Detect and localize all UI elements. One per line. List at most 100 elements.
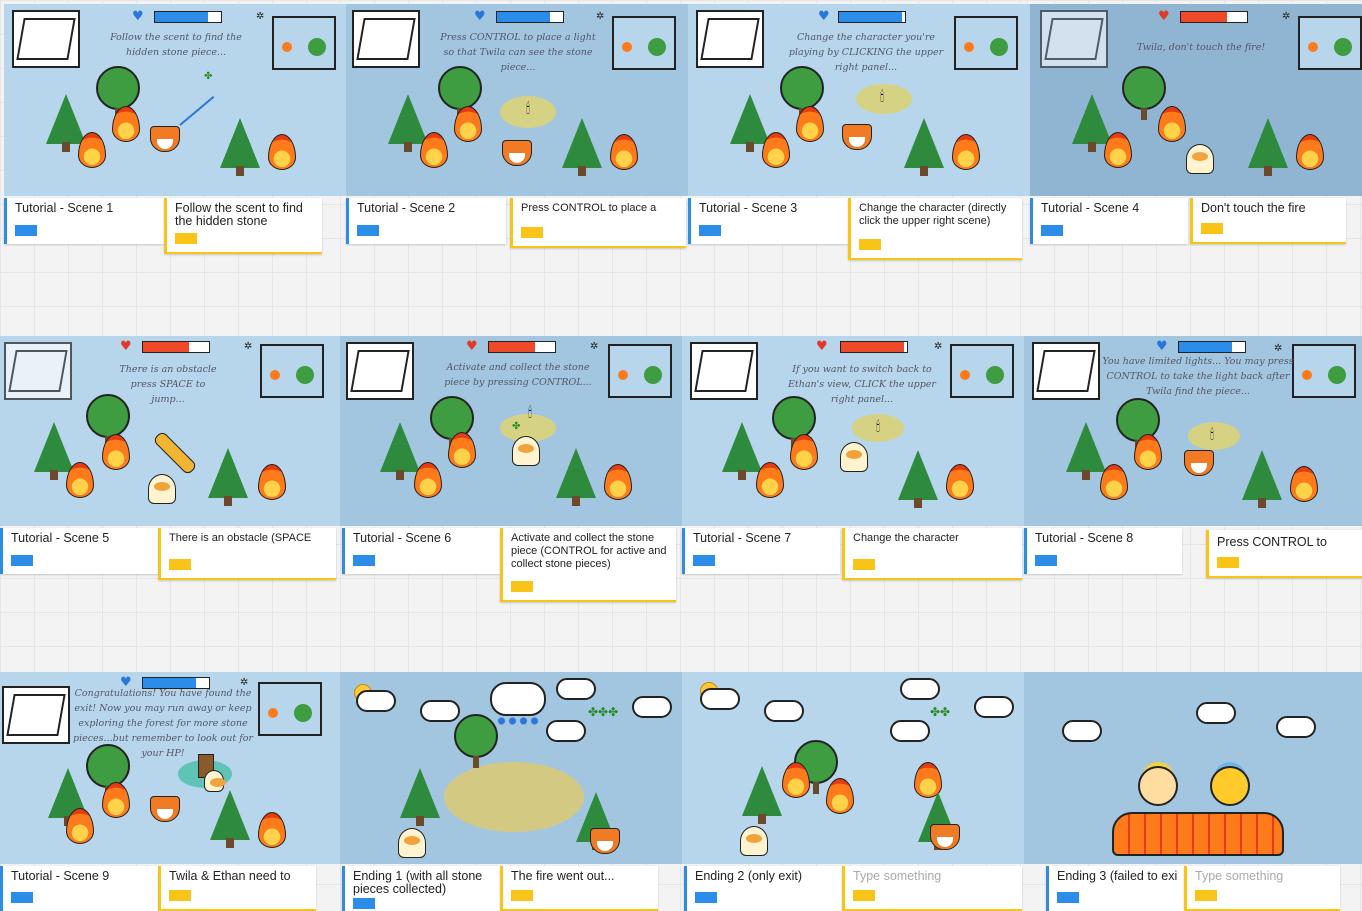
minimap-fire-icon [960,370,970,380]
scene-note: The fire went out... [511,869,615,883]
minimap-panel[interactable] [954,16,1018,70]
scene-title-card[interactable]: Tutorial - Scene 1 [4,198,164,244]
scene-title-card[interactable]: Tutorial - Scene 6 [342,528,500,574]
scene-note-card[interactable]: Twila & Ethan need to [158,866,316,911]
fire-icon [1100,464,1128,500]
scene-note-card[interactable]: Change the character (directly click the… [848,198,1022,260]
health-bar [496,11,564,23]
blue-tag [1035,555,1057,566]
scene-title-card[interactable]: Ending 1 (with all stone pieces collecte… [342,866,500,911]
minimap-panel[interactable] [272,16,336,70]
cloud-icon [974,696,1014,718]
settings-icon[interactable]: ✲ [590,342,598,352]
yellow-tag [1217,557,1239,568]
scene-title-card[interactable]: Tutorial - Scene 7 [682,528,840,574]
candle-icon: 🕯 [876,419,880,435]
scene-note-card[interactable]: Change the character [842,528,1022,580]
tree-icon [380,422,420,480]
scene-panel[interactable]: ✤✤✤ [340,672,682,864]
scene-title-card[interactable]: Tutorial - Scene 2 [346,198,506,244]
minimap-tree-icon [296,366,314,384]
scene-panel[interactable]: ♥ ✲ Twila, don't touch the fire! [1030,4,1362,196]
yellow-tag [1201,223,1223,234]
scene-panel[interactable]: ♥ ✲ Activate and collect the stone piece… [340,336,682,526]
scene-panel[interactable] [1024,672,1362,864]
minimap-fire-icon [270,370,280,380]
fire-row [1112,812,1284,856]
scene-caption: Follow the scent to find the hidden ston… [110,32,242,58]
light-glow [1188,422,1240,450]
scene-note-card[interactable]: Don't touch the fire [1190,198,1346,244]
settings-icon[interactable]: ✲ [256,12,264,22]
scene-title-card[interactable]: Ending 3 (failed to exi [1046,866,1186,911]
scene-panel[interactable]: ♥ ✲ Follow the scent to find the hidden … [4,4,346,196]
scene-title-card[interactable]: Tutorial - Scene 8 [1024,528,1182,574]
health-bar [488,341,556,353]
fire-icon [78,132,106,168]
tree-icon [1066,422,1106,480]
minimap-panel[interactable] [1292,344,1356,398]
tree-icon [730,94,770,152]
scene-panel[interactable]: ♥ Change the character you're playing by… [688,4,1030,196]
scene-note-card[interactable]: Activate and collect the stone piece (CO… [500,528,676,602]
settings-icon[interactable]: ✲ [1282,12,1290,22]
smiley-halo-icon [1210,766,1250,806]
candle-icon: 🕯 [526,101,530,117]
blue-tag [1041,225,1063,236]
scene-note-card[interactable]: The fire went out... [500,866,658,911]
yellow-tag [169,890,191,901]
scene-panel[interactable]: ♥ ✲ If you want to switch back to Ethan'… [682,336,1024,526]
scene-note-card[interactable]: There is an obstacle (SPACE [158,528,336,580]
cloud-icon [632,696,672,718]
scene-note-card[interactable]: Follow the scent to find the hidden ston… [164,198,322,254]
settings-icon[interactable]: ✲ [244,342,252,352]
yellow-tag [511,581,533,592]
tree-icon [556,448,596,506]
tree-icon [220,118,260,176]
tree-icon [1072,94,1112,152]
scene-note: Twila & Ethan need to [169,869,291,883]
settings-icon[interactable]: ✲ [934,342,942,352]
scene-panel[interactable]: ✤✤ [682,672,1024,864]
scene-panel[interactable]: ♥ ✲ You have limited lights... You may p… [1024,336,1362,526]
tree-icon [1242,450,1282,508]
heart-icon: ♥ [816,339,828,354]
scene-title-card[interactable]: Tutorial - Scene 5 [0,528,158,574]
minimap-panel[interactable] [260,344,324,398]
scene-title-card[interactable]: Tutorial - Scene 3 [688,198,848,244]
scene-note-placeholder: Type something [853,869,942,883]
scene-note-card[interactable]: Type something [1184,866,1340,911]
map-icon [352,10,420,68]
scene-title-card[interactable]: Ending 2 (only exit) [684,866,842,911]
minimap-panel[interactable] [950,344,1014,398]
minimap-fire-icon [1308,42,1318,52]
settings-icon[interactable]: ✲ [596,12,604,22]
scene-panel[interactable]: ♥ ✲ Congratulations! You have found the … [0,672,340,864]
scene-panel[interactable]: ♥ ✲ There is an obstacle press SPACE to … [0,336,340,526]
health-bar [142,341,210,353]
blue-tag [695,892,717,903]
minimap-fire-icon [964,42,974,52]
blue-tag [357,225,379,236]
minimap-panel[interactable] [612,16,676,70]
minimap-panel[interactable] [608,344,672,398]
scene-title-card[interactable]: Tutorial - Scene 9 [0,866,158,911]
minimap-tree-icon [1334,38,1352,56]
bush-icon [86,744,130,798]
map-icon [1040,10,1108,68]
scene-panel[interactable]: ♥ ✲ Press CONTROL to place a light so th… [346,4,688,196]
minimap-panel[interactable] [258,682,322,736]
scene-note-card[interactable]: Press CONTROL to place a [510,198,686,248]
scene-note-card[interactable]: Type something [842,866,1022,911]
bush-icon [438,66,482,120]
scene-note-card[interactable]: Press CONTROL to [1206,530,1362,578]
fire-icon [756,462,784,498]
scene-title: Tutorial - Scene 7 [693,531,792,545]
minimap-panel[interactable] [1298,16,1362,70]
fire-icon [610,134,638,170]
settings-icon[interactable]: ✲ [1274,344,1282,354]
scene-title: Tutorial - Scene 1 [15,201,114,215]
scene-title-card[interactable]: Tutorial - Scene 4 [1030,198,1188,244]
fire-icon [762,132,790,168]
heart-icon: ♥ [132,9,144,24]
